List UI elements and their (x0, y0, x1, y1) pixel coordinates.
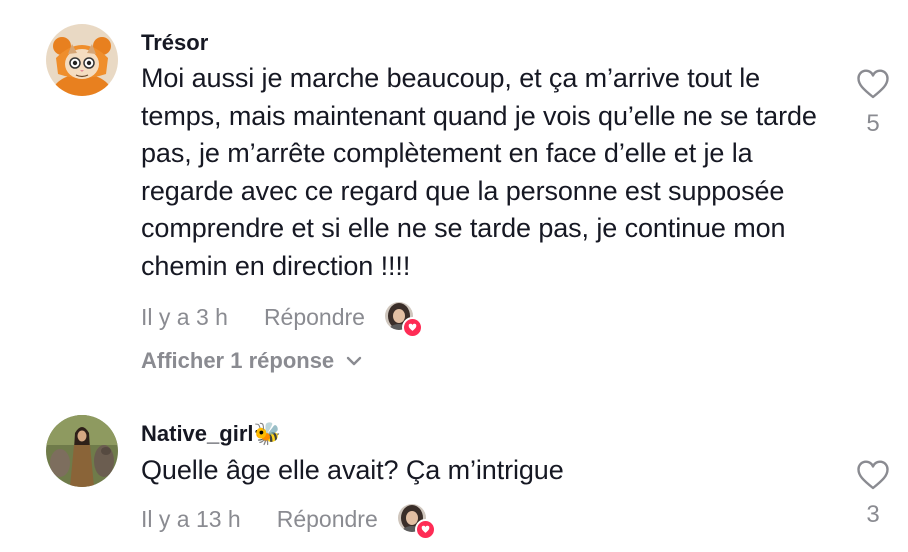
comment-meta: Il y a 3 h Répondre (141, 302, 423, 338)
reply-button[interactable]: Répondre (277, 506, 378, 533)
chevron-down-icon (346, 356, 362, 366)
timestamp: Il y a 3 h (141, 303, 228, 330)
cat-avatar-icon (46, 24, 118, 96)
like-column: 3 (852, 459, 894, 529)
creator-liked-badge (384, 302, 423, 338)
username[interactable]: Native_girl🐝 (141, 421, 281, 447)
wolves-avatar-icon (46, 415, 118, 487)
like-column: 5 (852, 68, 894, 138)
comment-text: Quelle âge elle avait? Ça m’intrigue (141, 455, 564, 485)
avatar[interactable] (46, 24, 118, 96)
like-count: 3 (866, 501, 880, 528)
heart-icon (414, 519, 436, 540)
view-replies-button[interactable]: Afficher 1 réponse (141, 348, 362, 374)
avatar[interactable] (46, 415, 118, 487)
comment-meta: Il y a 13 h Répondre (141, 504, 436, 540)
like-heart-icon[interactable] (856, 68, 890, 100)
reply-button[interactable]: Répondre (264, 304, 365, 331)
username[interactable]: Trésor (141, 30, 208, 56)
timestamp: Il y a 13 h (141, 505, 241, 532)
like-count: 5 (866, 110, 880, 137)
comment-text: Moi aussi je marche beaucoup, et ça m’ar… (141, 63, 817, 281)
view-replies-label: Afficher 1 réponse (141, 348, 335, 373)
heart-icon (401, 317, 423, 338)
creator-liked-badge (397, 504, 436, 540)
like-heart-icon[interactable] (856, 459, 890, 491)
